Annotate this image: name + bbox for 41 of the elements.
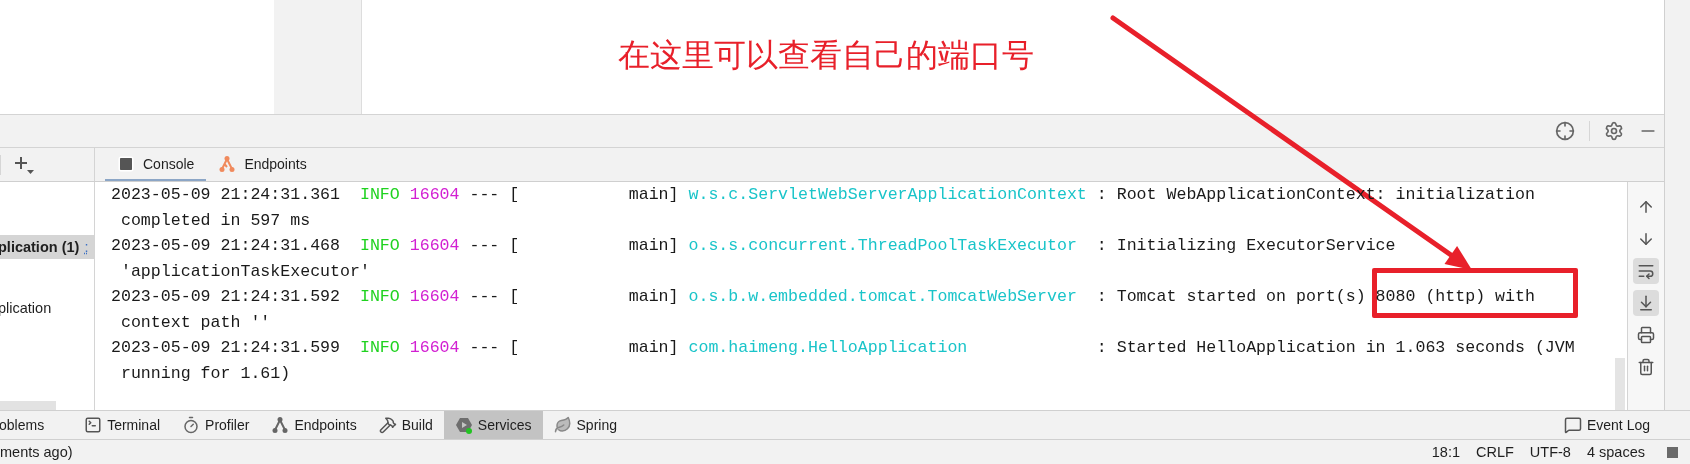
add-icon[interactable] xyxy=(13,154,35,175)
trash-icon xyxy=(1637,358,1655,376)
indent-setting[interactable]: 4 spaces xyxy=(1586,444,1645,460)
tool-window-button[interactable]: oblems xyxy=(0,411,56,439)
endpoints-icon xyxy=(271,416,290,434)
tool-window-button[interactable]: Build xyxy=(367,411,444,439)
toolbar-button[interactable] xyxy=(1633,290,1659,316)
scroll-end-icon xyxy=(1637,294,1655,312)
hammer-icon xyxy=(378,416,397,434)
crosshair-icon[interactable] xyxy=(1555,121,1575,141)
console-tab[interactable]: Endpoints xyxy=(206,148,319,181)
down-arrow-icon xyxy=(1637,230,1655,248)
printer-icon xyxy=(1637,326,1655,344)
tool-window-button[interactable]: Spring xyxy=(542,411,628,439)
event-log-icon xyxy=(1563,416,1582,434)
toolbar-button[interactable] xyxy=(1633,258,1659,284)
status-message: ments ago) xyxy=(0,444,73,460)
endpoints-icon xyxy=(218,154,237,173)
log-line: 2023-05-09 21:24:31.599 INFO 16604 --- [ main] com.haimeng.HelloApplication : Started HelloApplication in 1.063 seconds (JVM xyxy=(111,337,1575,359)
scrollbar-thumb[interactable] xyxy=(0,401,56,410)
tool-window-button[interactable]: Profiler xyxy=(171,411,261,439)
timer-icon xyxy=(182,416,201,434)
log-line: 2023-05-09 21:24:31.468 INFO 16604 --- [ main] o.s.s.concurrent.ThreadPoolTaskExecutor : Initializing ExecutorService xyxy=(111,235,1396,257)
services-icon xyxy=(454,416,473,434)
log-line: completed in 597 ms xyxy=(119,209,311,232)
annotation-text: 在这里可以查看自己的端口号 xyxy=(618,35,1034,76)
log-line: context path '' xyxy=(119,311,271,334)
log-line: running for 1.61) xyxy=(119,362,291,385)
tool-window-button[interactable]: Terminal xyxy=(73,411,172,439)
scrollbar-thumb[interactable] xyxy=(1615,358,1625,410)
cursor-position[interactable]: 18:1 xyxy=(1431,444,1460,460)
wrap-icon xyxy=(1637,262,1655,280)
settings-icon[interactable] xyxy=(1604,121,1624,141)
terminal-icon xyxy=(84,416,103,434)
file-encoding[interactable]: UTF-8 xyxy=(1529,444,1571,460)
event-log-button[interactable]: Event Log xyxy=(1563,411,1690,439)
tool-window-button[interactable]: Endpoints xyxy=(260,411,368,439)
line-separator[interactable]: CRLF xyxy=(1476,444,1514,460)
leaf-icon xyxy=(553,416,572,434)
log-line: 'applicationTaskExecutor' xyxy=(119,260,370,283)
tool-window-button[interactable]: Services xyxy=(443,411,543,439)
